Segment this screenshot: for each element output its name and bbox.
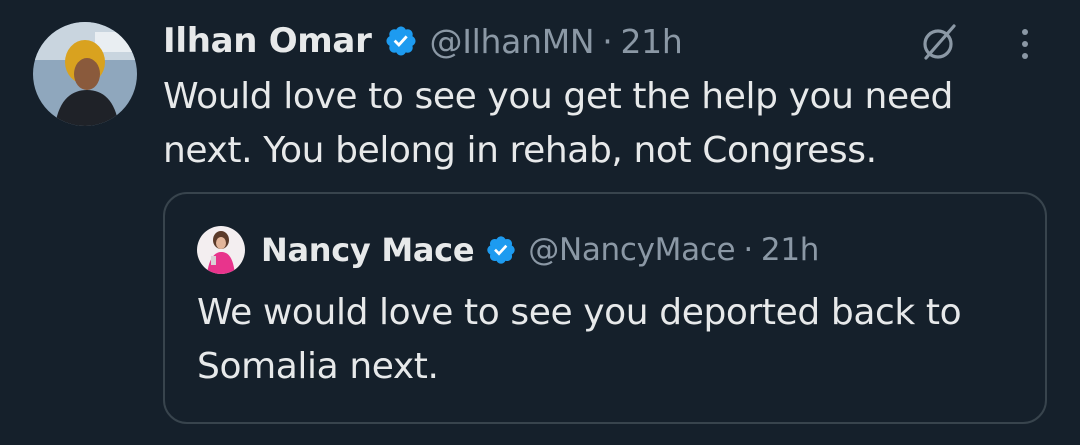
quoted-author-name[interactable]: Nancy Mace: [261, 231, 475, 269]
header-separator: ·: [602, 21, 613, 61]
quoted-author-handle[interactable]: @NancyMace: [528, 232, 735, 268]
author-avatar[interactable]: [33, 22, 137, 126]
tweet-header: Ilhan Omar @IlhanMN · 21h: [163, 18, 683, 64]
grok-icon[interactable]: [918, 20, 962, 64]
quoted-tweet-timestamp[interactable]: 21h: [761, 232, 820, 268]
tweet-timestamp[interactable]: 21h: [620, 22, 682, 61]
more-options-icon[interactable]: [1018, 26, 1032, 62]
quoted-tweet-card[interactable]: Nancy Mace @NancyMace · 21h We would lov…: [163, 192, 1047, 424]
verified-badge-icon[interactable]: [384, 24, 418, 58]
author-name[interactable]: Ilhan Omar: [163, 21, 372, 61]
quoted-tweet-header: Nancy Mace @NancyMace · 21h: [261, 226, 819, 274]
author-handle[interactable]: @IlhanMN: [430, 22, 595, 61]
quoted-tweet-text: We would love to see you deported back t…: [197, 292, 962, 387]
tweet-text: Would love to see you get the help you n…: [163, 76, 953, 171]
verified-badge-icon[interactable]: [485, 234, 517, 266]
quoted-author-avatar[interactable]: [197, 226, 245, 274]
tweet-card[interactable]: Ilhan Omar @IlhanMN · 21h Would love to …: [0, 0, 1080, 445]
quoted-header-separator: ·: [743, 232, 753, 268]
